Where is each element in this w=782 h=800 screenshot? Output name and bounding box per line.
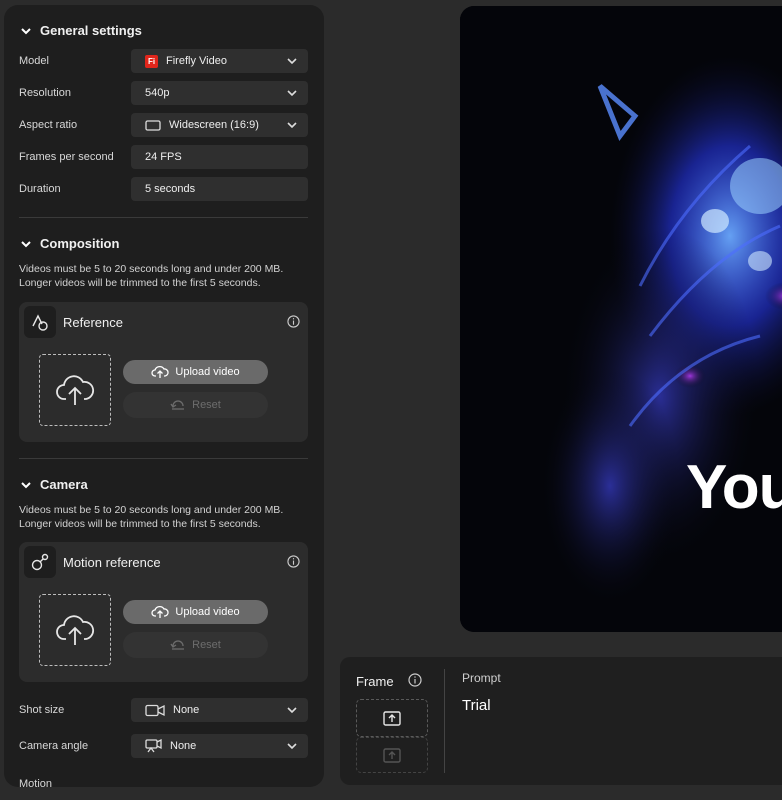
image-upload-icon: [383, 748, 401, 763]
reference-title: Reference: [63, 315, 123, 330]
motion-reference-title: Motion reference: [63, 555, 161, 570]
first-frame-upload[interactable]: [356, 699, 428, 737]
undo-icon: [170, 400, 185, 410]
prompt-label: Prompt: [462, 671, 501, 685]
fps-value: 24 FPS: [145, 151, 182, 163]
aspect-ratio-value: Widescreen (16:9): [169, 119, 259, 131]
reset-label: Reset: [192, 399, 221, 411]
fps-label: Frames per second: [19, 151, 114, 163]
frame-label: Frame: [356, 674, 394, 689]
cloud-upload-icon: [56, 375, 94, 405]
camera-angle-label: Camera angle: [19, 740, 89, 752]
upload-video-label: Upload video: [175, 366, 240, 378]
motion-icon: [24, 546, 56, 578]
upload-video-label: Upload video: [175, 606, 240, 618]
last-frame-upload[interactable]: [356, 737, 428, 773]
resolution-select[interactable]: 540p: [131, 81, 308, 105]
camera-angle-icon: [145, 739, 162, 753]
motion-label: Motion: [19, 778, 53, 787]
duration-label: Duration: [19, 183, 61, 195]
cloud-upload-icon: [56, 615, 94, 645]
undo-icon: [170, 640, 185, 650]
chevron-down-icon: [21, 27, 31, 34]
reference-card: Reference Upload video Reset: [19, 302, 308, 442]
reset-button[interactable]: Reset: [123, 392, 268, 418]
duration-field: 5 seconds: [131, 177, 308, 201]
prompt-bar: Frame Prompt Trial: [340, 657, 782, 785]
chevron-down-icon: [21, 481, 31, 488]
motion-row: Motion: [19, 772, 309, 787]
preview-image: [460, 6, 782, 632]
chevron-down-icon: [287, 90, 297, 97]
resolution-label: Resolution: [19, 87, 71, 99]
model-select[interactable]: Fi Firefly Video: [131, 49, 308, 73]
reference-dropzone[interactable]: [39, 354, 111, 426]
shot-size-select[interactable]: None: [131, 698, 308, 722]
info-icon[interactable]: [287, 315, 300, 328]
camera-note: Videos must be 5 to 20 seconds long and …: [19, 504, 284, 530]
motion-reference-dropzone[interactable]: [39, 594, 111, 666]
divider: [19, 217, 308, 218]
chevron-down-icon: [287, 743, 297, 750]
shot-size-label: Shot size: [19, 704, 65, 716]
aspect-ratio-label: Aspect ratio: [19, 119, 78, 131]
fps-field: 24 FPS: [131, 145, 308, 169]
composition-header[interactable]: Composition: [20, 236, 119, 251]
reset-label: Reset: [192, 639, 221, 651]
cloud-upload-icon: [151, 605, 170, 618]
chevron-down-icon: [287, 122, 297, 129]
motion-reference-card: Motion reference Upload video Reset: [19, 542, 308, 682]
info-icon[interactable]: [287, 555, 300, 568]
video-camera-icon: [145, 704, 165, 717]
chevron-down-icon: [287, 707, 297, 714]
camera-angle-value: None: [170, 740, 197, 752]
firefly-logo-icon: Fi: [145, 54, 158, 68]
upload-video-button[interactable]: Upload video: [123, 600, 268, 624]
shot-size-value: None: [173, 704, 200, 716]
composition-title: Composition: [40, 236, 120, 251]
composition-note: Videos must be 5 to 20 seconds long and …: [19, 263, 284, 289]
divider: [19, 458, 308, 459]
aspect-ratio-select[interactable]: Widescreen (16:9): [131, 113, 308, 137]
resolution-value: 540p: [145, 87, 170, 99]
model-label: Model: [19, 55, 49, 67]
general-settings-header[interactable]: General settings: [20, 23, 142, 38]
upload-video-button[interactable]: Upload video: [123, 360, 268, 384]
camera-header[interactable]: Camera: [20, 477, 88, 492]
preview-overlay-text: You: [686, 453, 782, 522]
camera-title: Camera: [40, 477, 88, 492]
cloud-upload-icon: [151, 365, 170, 378]
chevron-down-icon: [287, 58, 297, 65]
settings-panel: General settings Model Fi Firefly Video …: [4, 5, 324, 787]
info-icon[interactable]: [408, 673, 422, 687]
prompt-input[interactable]: Trial: [462, 697, 491, 714]
reset-button[interactable]: Reset: [123, 632, 268, 658]
chevron-down-icon: [21, 240, 31, 247]
camera-angle-select[interactable]: None: [131, 734, 308, 758]
shapes-icon: [24, 306, 56, 338]
general-settings-title: General settings: [40, 23, 142, 38]
image-upload-icon: [383, 711, 401, 726]
duration-value: 5 seconds: [145, 183, 196, 195]
model-value: Firefly Video: [166, 55, 227, 67]
divider: [444, 669, 445, 773]
video-preview[interactable]: You: [460, 6, 782, 632]
widescreen-icon: [145, 119, 161, 131]
